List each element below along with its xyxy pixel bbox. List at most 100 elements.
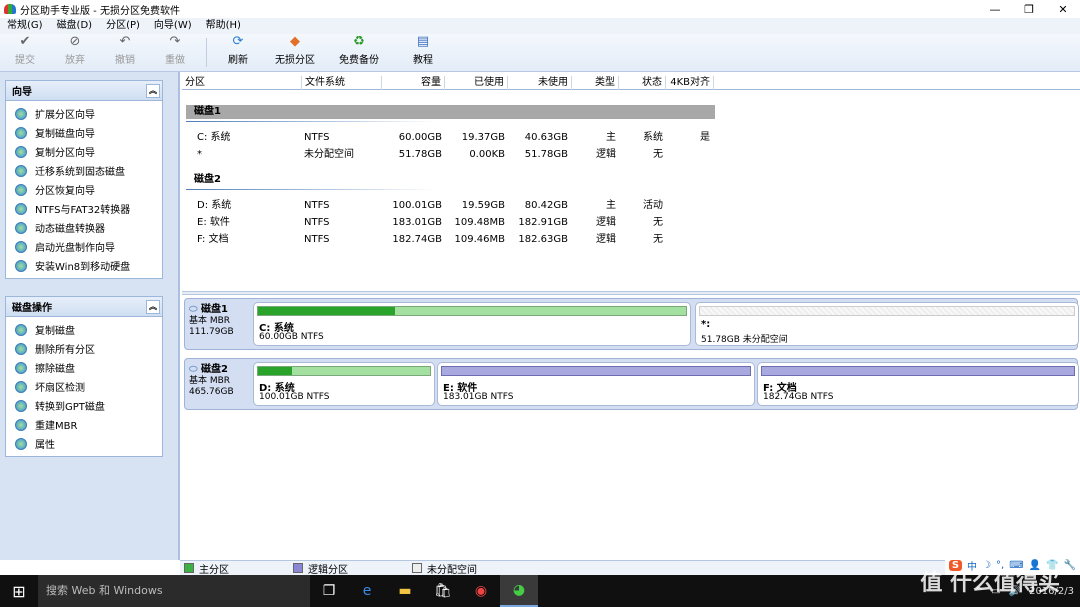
table-row[interactable]: * 未分配空间 51.78GB 0.00KB 51.78GB 逻辑 无 (182, 147, 742, 163)
partition-assistant-taskbar-icon[interactable]: ◕ (500, 575, 538, 607)
minimize-button[interactable]: — (978, 0, 1012, 18)
disk-icon: ⬭ (189, 304, 198, 315)
column-header-0[interactable]: 分区 (182, 76, 302, 90)
panel-item-icon (15, 259, 27, 272)
edge-browser-icon[interactable]: e (348, 575, 386, 607)
panel-item[interactable]: 复制磁盘 (6, 320, 162, 339)
collapse-icon[interactable]: ︽ (146, 299, 160, 314)
panel-item[interactable]: 扩展分区向导 (6, 104, 162, 123)
partition-info: 51.78GB 未分配空间 (701, 335, 788, 345)
menu-item[interactable]: 常规(G) (0, 18, 50, 34)
panel-item-label: 属性 (35, 440, 55, 451)
column-header-6[interactable]: 状态 (619, 76, 666, 90)
disk-info: ⬭ 磁盘2 基本 MBR 465.76GB (189, 364, 234, 398)
toolbar-button-1[interactable]: ⊘ 放弃 (50, 34, 100, 71)
column-header-1[interactable]: 文件系统 (302, 76, 382, 90)
disk-row[interactable]: ⬭ 磁盘2 基本 MBR 465.76GB D: 系统 100.01GB NTFS E: … (184, 358, 1079, 410)
panel-item[interactable]: 擦除磁盘 (6, 358, 162, 377)
file-explorer-icon[interactable]: ▬ (386, 575, 424, 607)
table-cell: 19.37GB (461, 132, 505, 143)
toolbar-button-5[interactable]: ◆ 无损分区 (263, 34, 327, 71)
title-bar: 分区助手专业版 - 无损分区免费软件 — ❐ ✕ (0, 0, 1080, 18)
partition-block[interactable]: C: 系统 60.00GB NTFS (253, 302, 691, 346)
toolbar-icon: ⊘ (69, 34, 81, 49)
table-cell: 51.78GB (524, 149, 568, 160)
panel-item-icon (15, 342, 27, 355)
legend-label: 逻辑分区 (308, 564, 348, 576)
toolbar-button-4[interactable]: ⟳ 刷新 (213, 34, 263, 71)
menu-item[interactable]: 磁盘(D) (50, 18, 100, 34)
column-header-7[interactable]: 4KB对齐 (666, 76, 714, 90)
table-cell: 无 (653, 234, 663, 245)
disk-icon: ⬭ (189, 364, 198, 375)
partition-used-fill (258, 307, 395, 315)
panel-item-label: 启动光盘制作向导 (35, 243, 115, 254)
watermark: 值 什么值得买 (920, 571, 1060, 596)
panel-item-icon (15, 361, 27, 374)
partition-block[interactable]: *: 51.78GB 未分配空间 (695, 302, 1079, 346)
panel-item-icon (15, 164, 27, 177)
table-row[interactable]: F: 文档 NTFS 182.74GB 109.46MB 182.63GB 逻辑 无 (182, 232, 742, 248)
store-icon[interactable]: 🛍 (424, 575, 462, 607)
toolbar-button-3[interactable]: ↷ 重做 (150, 34, 200, 71)
table-row[interactable]: D: 系统 NTFS 100.01GB 19.59GB 80.42GB 主 活动 (182, 198, 742, 214)
menu-item[interactable]: 向导(W) (147, 18, 199, 34)
collapse-icon[interactable]: ︽ (146, 83, 160, 98)
panel-item[interactable]: 重建MBR (6, 415, 162, 434)
partition-block[interactable]: F: 文档 182.74GB NTFS (757, 362, 1079, 406)
close-button[interactable]: ✕ (1046, 0, 1080, 18)
menu-item[interactable]: 分区(P) (99, 18, 147, 34)
panel-item[interactable]: NTFS与FAT32转换器 (6, 199, 162, 218)
panel-item[interactable]: 删除所有分区 (6, 339, 162, 358)
table-cell: NTFS (304, 217, 330, 228)
chrome-icon[interactable]: ◉ (462, 575, 500, 607)
table-cell: 无 (653, 149, 663, 160)
panel-item[interactable]: 转换到GPT磁盘 (6, 396, 162, 415)
panel-item-icon (15, 221, 27, 234)
partition-block[interactable]: E: 软件 183.01GB NTFS (437, 362, 755, 406)
windows-start-icon[interactable]: ⊞ (0, 575, 38, 607)
toolbar-icon: ↶ (119, 34, 131, 49)
table-cell: 19.59GB (461, 200, 505, 211)
column-header-2[interactable]: 容量 (382, 76, 445, 90)
table-cell: 逻辑 (596, 217, 616, 228)
menu-item[interactable]: 帮助(H) (199, 18, 248, 34)
table-cell: 60.00GB (398, 132, 442, 143)
toolbar-icon: ◆ (290, 34, 300, 49)
taskbar-search-input[interactable]: 搜索 Web 和 Windows (38, 575, 310, 607)
toolbar-button-7[interactable]: ▤ 教程 (391, 34, 455, 71)
taskbar: ⊞ 搜索 Web 和 Windows ❐ e ▬ 🛍 ◉ ◕ ^ ▭ 🔊 201… (0, 575, 1080, 607)
panel-item[interactable]: 复制磁盘向导 (6, 123, 162, 142)
panel-item[interactable]: 分区恢复向导 (6, 180, 162, 199)
panel-item[interactable]: 安装Win8到移动硬盘 (6, 256, 162, 275)
partition-block[interactable]: D: 系统 100.01GB NTFS (253, 362, 435, 406)
column-header-5[interactable]: 类型 (572, 76, 619, 90)
table-cell: 活动 (643, 200, 663, 211)
legend-swatch (412, 563, 422, 573)
toolbar-button-2[interactable]: ↶ 撤销 (100, 34, 150, 71)
table-cell: 逻辑 (596, 149, 616, 160)
column-header-4[interactable]: 未使用 (508, 76, 572, 90)
left-sidebar: 向导 ︽ 扩展分区向导 复制磁盘向导 复制分区向导 迁移系统到固态磁盘 分区恢复向导 NTF… (0, 72, 180, 560)
panel-item[interactable]: 动态磁盘转换器 (6, 218, 162, 237)
panel-item-label: 复制分区向导 (35, 148, 95, 159)
panel-item[interactable]: 复制分区向导 (6, 142, 162, 161)
panel-item-icon (15, 202, 27, 215)
panel-item[interactable]: 坏扇区检测 (6, 377, 162, 396)
disk-row[interactable]: ⬭ 磁盘1 基本 MBR 111.79GB C: 系统 60.00GB NTFS *: 51… (184, 298, 1079, 350)
panel-item[interactable]: 启动光盘制作向导 (6, 237, 162, 256)
column-header-3[interactable]: 已使用 (445, 76, 508, 90)
table-row[interactable]: C: 系统 NTFS 60.00GB 19.37GB 40.63GB 主 系统 是 (182, 130, 742, 146)
panel-item[interactable]: 属性 (6, 434, 162, 453)
table-row[interactable]: E: 软件 NTFS 183.01GB 109.48MB 182.91GB 逻辑 无 (182, 215, 742, 231)
panel-item-label: 转换到GPT磁盘 (35, 402, 105, 413)
panel-item[interactable]: 迁移系统到固态磁盘 (6, 161, 162, 180)
toolbar-button-6[interactable]: ♻ 免费备份 (327, 34, 391, 71)
toolbar-label: 撤销 (115, 55, 135, 66)
splitter-handle[interactable] (182, 291, 1080, 295)
maximize-button[interactable]: ❐ (1012, 0, 1046, 18)
table-cell: 100.01GB (392, 200, 442, 211)
ime-icon[interactable]: 🔧 (1064, 560, 1076, 571)
toolbar-button-0[interactable]: ✔ 提交 (0, 34, 50, 71)
task-view-icon[interactable]: ❐ (310, 575, 348, 607)
